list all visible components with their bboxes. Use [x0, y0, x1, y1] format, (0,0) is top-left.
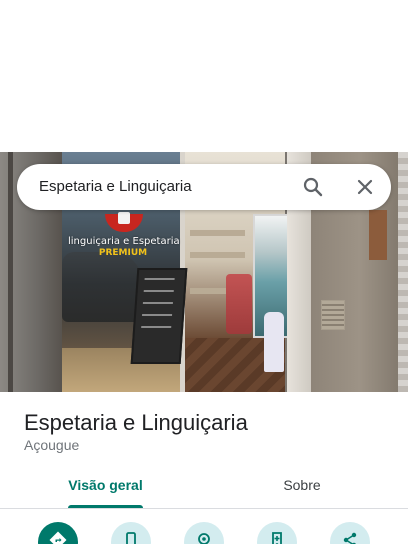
tab-overview[interactable]: Visão geral: [48, 474, 163, 508]
photo-shelf: [190, 230, 245, 236]
directions-icon: [49, 531, 67, 544]
store-sign-premium: PREMIUM: [98, 248, 148, 258]
photo-cloth: [264, 312, 284, 372]
search-query[interactable]: Espetaria e Linguiçaria: [39, 164, 192, 210]
search-icon[interactable]: [301, 175, 325, 199]
directions-button[interactable]: [38, 522, 78, 544]
nearby-icon: [198, 533, 210, 544]
photo-chalkboard: [130, 268, 188, 364]
photo-car-reflection: [62, 252, 142, 322]
screen: linguiçaria e Espetaria PREMIUM Espetari…: [0, 0, 408, 544]
search-bar[interactable]: Espetaria e Linguiçaria: [17, 164, 391, 210]
photo-wall-stripe: [398, 152, 408, 392]
store-logo-mark: [118, 212, 130, 224]
phone-icon: [126, 532, 136, 544]
photo-wall-panel: [369, 210, 387, 260]
place-category[interactable]: Açougue: [24, 436, 79, 454]
save-button[interactable]: [257, 522, 297, 544]
nearby-button[interactable]: [184, 522, 224, 544]
share-icon: [343, 532, 357, 544]
close-icon[interactable]: [353, 175, 377, 199]
place-title: Espetaria e Linguiçaria: [24, 410, 248, 435]
save-add-icon: [272, 532, 282, 544]
photo-vent: [321, 300, 345, 330]
photo-shelf: [190, 252, 245, 258]
photo-bags: [226, 274, 252, 334]
tab-about[interactable]: Sobre: [246, 474, 358, 508]
store-sign-text: linguiçaria e Espetaria: [68, 236, 180, 247]
share-button[interactable]: [330, 522, 370, 544]
call-button[interactable]: [111, 522, 151, 544]
tab-divider: [0, 508, 408, 509]
